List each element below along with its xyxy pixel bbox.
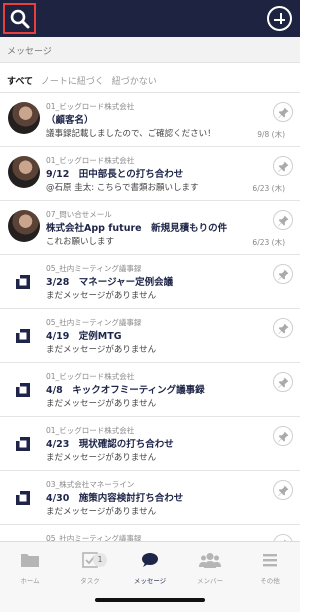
message-item[interactable]: 01_ビッグロード株式会社 （顧客名） 議事録記載しましたので、ご確認ください！ 9/…	[0, 93, 300, 147]
message-preview: まだメッセージがありません	[46, 453, 157, 463]
group-name: 05_社内ミーティング議事録	[46, 264, 142, 273]
message-item[interactable]: 05_社内ミーティング議事録 4/19 定例MTG まだメッセージがありません	[0, 309, 300, 363]
note-logo-icon	[16, 383, 30, 397]
tab-label: メッセージ	[133, 577, 167, 585]
message-subject: 4/23 現状確認の打ち合わせ	[46, 439, 174, 450]
message-preview: まだメッセージがありません	[46, 345, 157, 355]
group-name: 05_社内ミーティング議事録	[46, 318, 142, 327]
message-subject: 3/28 マネージャー定例会議	[46, 277, 174, 288]
add-button[interactable]	[267, 6, 292, 31]
message-subject: （顧客名）	[46, 115, 94, 126]
note-logo-icon	[16, 329, 30, 343]
message-item[interactable]: 05_社内ミーティング議事録3/7 マネージャー定例会議	[0, 525, 300, 541]
note-logo-icon	[16, 491, 30, 505]
top-bar	[0, 0, 300, 37]
pin-icon	[277, 107, 288, 118]
members-icon	[199, 553, 221, 568]
message-item[interactable]: 01_ビッグロード株式会社 4/23 現状確認の打ち合わせ まだメッセージがありませ…	[0, 417, 300, 471]
pin-icon	[277, 431, 288, 442]
group-name: 01_ビッグロード株式会社	[46, 372, 135, 381]
pin-icon	[277, 323, 288, 334]
group-name: 07_問い合せメール	[46, 210, 112, 219]
message-preview: まだメッセージがありません	[46, 507, 157, 517]
message-subject: 4/30 施策内容検討打ち合わせ	[46, 493, 184, 504]
pin-button[interactable]	[273, 102, 293, 122]
message-subject: 4/8 キックオフミーティング議事録	[46, 385, 205, 396]
chat-bubble-icon	[142, 553, 158, 567]
pin-icon	[277, 161, 288, 172]
message-date: 9/8 (木)	[257, 130, 285, 139]
tab-home[interactable]: ホーム	[0, 552, 60, 585]
filter-all[interactable]: すべて	[7, 77, 33, 87]
pin-button[interactable]	[273, 426, 293, 446]
folder-icon	[21, 554, 39, 567]
message-date: 6/23 (木)	[252, 184, 285, 193]
avatar	[8, 102, 40, 134]
pin-button[interactable]	[273, 264, 293, 284]
search-button[interactable]	[3, 3, 36, 34]
pin-icon	[277, 485, 288, 496]
tab-messages[interactable]: メッセージ	[120, 552, 180, 585]
group-name: 05_社内ミーティング議事録	[46, 534, 142, 541]
filter-linked[interactable]: ノートに紐づく	[41, 77, 104, 87]
message-item[interactable]: 03_株式会社マネーライン 4/30 施策内容検討打ち合わせ まだメッセージがありま…	[0, 471, 300, 525]
note-logo-icon	[16, 437, 30, 451]
pin-button[interactable]	[273, 480, 293, 500]
message-date: 6/23 (木)	[252, 238, 285, 247]
avatar	[8, 210, 40, 242]
pin-icon	[277, 269, 288, 280]
pin-button[interactable]	[273, 534, 293, 541]
avatar	[8, 156, 40, 188]
section-title: メッセージ	[0, 37, 300, 63]
message-preview: 議事録記載しましたので、ご確認ください！	[46, 129, 216, 139]
message-item[interactable]: 01_ビッグロード株式会社 9/12 田中部長との打ち合わせ @石原 圭太: こちら…	[0, 147, 300, 201]
tab-label: その他	[260, 577, 280, 585]
home-indicator	[95, 598, 205, 602]
tab-label: メンバー	[197, 577, 223, 585]
message-subject: 4/19 定例MTG	[46, 331, 122, 342]
note-logo-icon	[16, 275, 30, 289]
pin-button[interactable]	[273, 372, 293, 392]
tab-label: タスク	[80, 577, 100, 585]
filter-unlinked[interactable]: 紐づかない	[112, 77, 157, 87]
tab-tasks[interactable]: 1 タスク	[60, 552, 120, 585]
tab-label: ホーム	[20, 577, 40, 585]
message-item[interactable]: 07_問い合せメール株式会社App future 新規見積もりの件 これお願いしま…	[0, 201, 300, 255]
filter-bar: すべて ノートに紐づく 紐づかない	[0, 63, 300, 93]
message-item[interactable]: 05_社内ミーティング議事録 3/28 マネージャー定例会議 まだメッセージがありま…	[0, 255, 300, 309]
tab-members[interactable]: メンバー	[180, 552, 240, 585]
group-name: 01_ビッグロード株式会社	[46, 426, 135, 435]
message-preview: まだメッセージがありません	[46, 399, 157, 409]
message-subject: 株式会社App future 新規見積もりの件	[46, 223, 228, 234]
task-count-badge: 1	[93, 553, 107, 567]
message-preview: まだメッセージがありません	[46, 291, 157, 301]
search-icon	[10, 9, 29, 28]
message-subject: 9/12 田中部長との打ち合わせ	[46, 169, 184, 180]
pin-button[interactable]	[273, 210, 293, 230]
pin-button[interactable]	[273, 318, 293, 338]
group-name: 03_株式会社マネーライン	[46, 480, 135, 489]
pin-button[interactable]	[273, 156, 293, 176]
message-preview: これお願いします	[46, 237, 115, 247]
message-item[interactable]: 01_ビッグロード株式会社 4/8 キックオフミーティング議事録 まだメッセージがあ…	[0, 363, 300, 417]
tab-more[interactable]: その他	[240, 552, 300, 585]
pin-icon	[277, 215, 288, 226]
pin-icon	[277, 377, 288, 388]
group-name: 01_ビッグロード株式会社	[46, 156, 135, 165]
group-name: 01_ビッグロード株式会社	[46, 102, 135, 111]
menu-icon	[263, 554, 277, 567]
message-list: 01_ビッグロード株式会社 （顧客名） 議事録記載しましたので、ご確認ください！ 9/…	[0, 93, 300, 541]
message-preview: @石原 圭太: こちらで書類お願いします	[46, 183, 199, 193]
